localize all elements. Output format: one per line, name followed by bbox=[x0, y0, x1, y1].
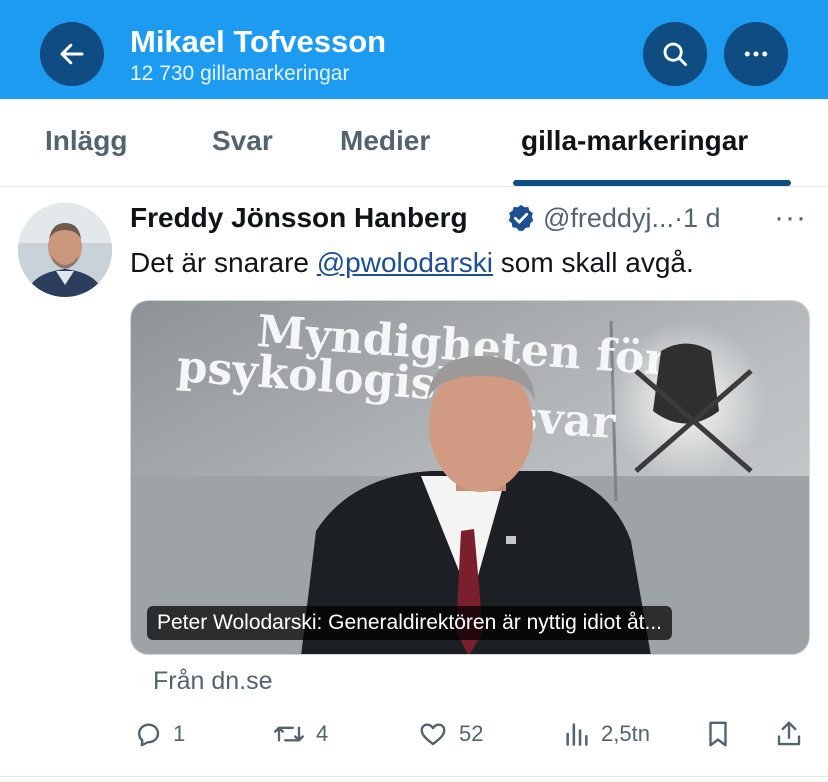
author-name[interactable]: Freddy Jönsson Hanberg bbox=[130, 200, 468, 236]
reply-count: 1 bbox=[173, 721, 186, 746]
search-icon bbox=[663, 42, 688, 67]
post-text: Det är snarare @pwolodarski som skall av… bbox=[130, 245, 694, 281]
reply-icon bbox=[138, 723, 160, 747]
verified-badge-icon bbox=[508, 204, 534, 231]
active-tab-indicator bbox=[513, 180, 791, 186]
search-button[interactable] bbox=[643, 22, 707, 86]
likes-count: 12 730 gillamarkeringar bbox=[130, 62, 350, 85]
post-more-button[interactable]: ··· bbox=[774, 200, 807, 236]
post-time: 1 d bbox=[682, 203, 721, 233]
back-button[interactable] bbox=[40, 22, 104, 86]
article-image: Myndigheten för psykologiskt försvar bbox=[131, 301, 809, 654]
like-button[interactable]: 52 bbox=[417, 714, 483, 754]
card-caption: Peter Wolodarski: Generaldirektören är n… bbox=[147, 606, 673, 640]
profile-tabs: Inlägg Svar Medier gilla-markeringar bbox=[0, 99, 828, 187]
like-count: 52 bbox=[459, 721, 484, 746]
mention-link[interactable]: @pwolodarski bbox=[317, 247, 493, 278]
bookmark-icon bbox=[709, 721, 727, 747]
tab-replies[interactable]: Svar bbox=[212, 123, 273, 159]
views-bar-chart-icon bbox=[566, 723, 588, 746]
post-text-start: Det är snarare bbox=[130, 247, 317, 278]
more-button[interactable] bbox=[724, 22, 788, 86]
tab-media[interactable]: Medier bbox=[340, 123, 430, 159]
heart-icon bbox=[420, 723, 446, 746]
profile-name: Mikael Tofvesson bbox=[130, 24, 387, 59]
tab-posts[interactable]: Inlägg bbox=[45, 123, 127, 159]
tab-likes[interactable]: gilla-markeringar bbox=[521, 123, 748, 159]
author-handle: @freddyj... bbox=[543, 203, 674, 233]
post-text-end: som skall avgå. bbox=[493, 247, 694, 278]
repost-icon bbox=[274, 726, 304, 742]
arrow-left-icon bbox=[60, 43, 84, 65]
bookmark-button[interactable] bbox=[703, 714, 733, 754]
dot-separator: · bbox=[673, 203, 683, 233]
more-horizontal-icon bbox=[744, 51, 768, 57]
avatar[interactable] bbox=[18, 203, 112, 297]
profile-header: Mikael Tofvesson 12 730 gillamarkeringar bbox=[0, 0, 828, 99]
repost-button[interactable]: 4 bbox=[272, 714, 328, 754]
link-card[interactable]: Myndigheten för psykologiskt försvar Pet… bbox=[130, 300, 810, 655]
views-count: 2,5tn bbox=[601, 721, 650, 746]
share-button[interactable] bbox=[774, 714, 804, 754]
repost-count: 4 bbox=[316, 721, 329, 746]
author-handle-and-time[interactable]: @freddyj...·1 d bbox=[543, 200, 721, 236]
share-icon bbox=[777, 721, 801, 746]
post-divider bbox=[0, 776, 828, 777]
reply-button[interactable]: 1 bbox=[133, 714, 185, 754]
views-button[interactable]: 2,5tn bbox=[563, 714, 650, 754]
card-source[interactable]: Från dn.se bbox=[153, 665, 273, 697]
